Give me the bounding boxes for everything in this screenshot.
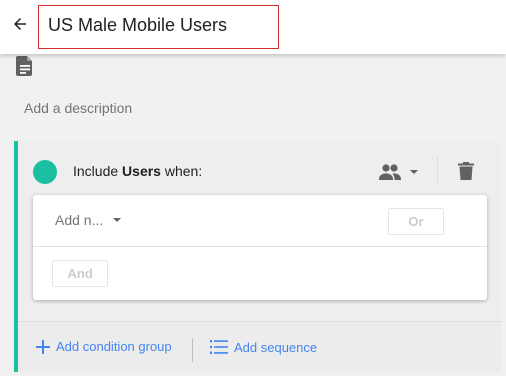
description-input[interactable]: Add a description	[24, 100, 132, 116]
segment-title: US Male Mobile Users	[48, 15, 228, 35]
top-bar: US Male Mobile Users	[0, 0, 506, 54]
segment-title-input[interactable]: US Male Mobile Users	[38, 5, 279, 49]
numbered-list-icon	[210, 340, 228, 354]
add-sequence-label: Add sequence	[234, 339, 318, 355]
document-icon	[16, 56, 32, 76]
delete-button[interactable]	[454, 159, 478, 183]
segment-color-dot	[33, 160, 57, 184]
add-condition-group-label: Add condition group	[56, 339, 172, 354]
chevron-down-icon	[113, 218, 122, 222]
footer-divider	[192, 338, 193, 362]
trash-icon	[458, 162, 474, 180]
people-icon	[379, 164, 401, 180]
segment-header: Include Users when:	[18, 141, 501, 195]
add-new-condition-dropdown[interactable]: Add n...	[55, 212, 122, 228]
add-sequence-button[interactable]: Add sequence	[210, 339, 317, 355]
scope-picker[interactable]	[378, 159, 430, 185]
plus-icon	[36, 339, 50, 354]
condition-row: Add n... Or	[33, 195, 487, 247]
include-scope: Users	[122, 163, 161, 179]
include-statement: Include Users when:	[73, 163, 202, 179]
segment-footer: Add condition group Add sequence	[18, 321, 501, 372]
and-button[interactable]: And	[52, 260, 108, 287]
condition-box: Add n... Or And	[33, 195, 487, 300]
add-condition-group-button[interactable]: Add condition group	[36, 339, 172, 354]
segment-condition-card: Include Users when: Add n... Or And Add …	[14, 141, 501, 372]
header-divider	[437, 157, 438, 185]
back-button[interactable]	[9, 13, 31, 35]
include-prefix: Include	[73, 163, 119, 179]
chevron-down-icon	[410, 170, 418, 174]
add-new-label: Add n...	[55, 212, 104, 228]
arrow-back-icon	[14, 18, 26, 30]
include-suffix: when:	[164, 163, 203, 179]
or-button[interactable]: Or	[388, 208, 444, 235]
